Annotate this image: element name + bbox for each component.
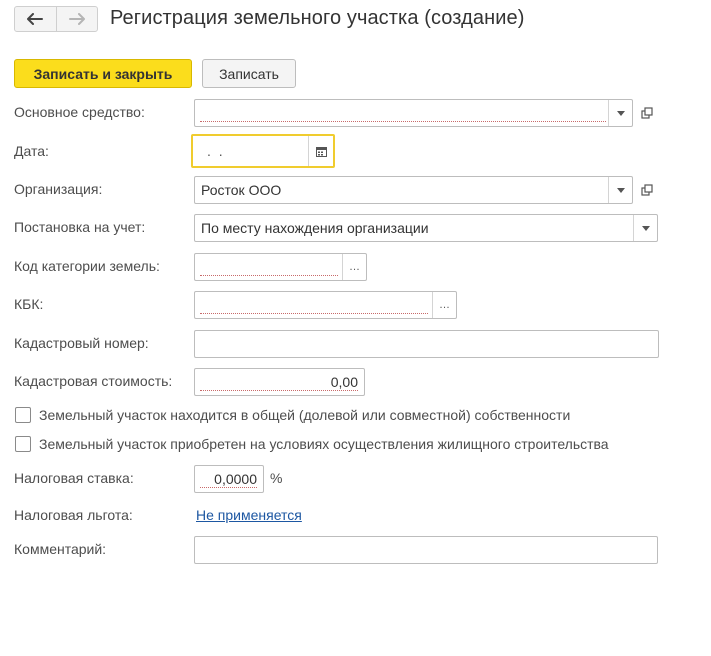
underline [200, 487, 257, 488]
shared-ownership-checkbox[interactable] [15, 407, 31, 423]
organization-value: Росток ООО [201, 182, 282, 198]
tax-rate-label: Налоговая ставка: [14, 470, 134, 486]
land-category-field[interactable]: … [194, 253, 367, 281]
fixed-asset-field[interactable] [194, 99, 633, 127]
back-button[interactable] [15, 7, 56, 31]
navigation-buttons [14, 6, 98, 32]
percent-unit: % [270, 470, 283, 486]
cadastral-value-label: Кадастровая стоимость: [14, 373, 173, 389]
calendar-icon [315, 146, 327, 157]
registration-select[interactable]: По месту нахождения организации [194, 214, 658, 242]
underline [200, 390, 358, 391]
open-in-new-icon [641, 107, 653, 119]
kbk-label: КБК: [14, 296, 44, 312]
tax-benefit-link[interactable]: Не применяется [196, 507, 302, 523]
kbk-field[interactable]: … [194, 291, 457, 319]
save-button[interactable]: Записать [202, 59, 296, 88]
chevron-down-icon [616, 110, 625, 116]
shared-ownership-label[interactable]: Земельный участок находится в общей (дол… [39, 407, 570, 423]
tax-benefit-label: Налоговая льгота: [14, 507, 133, 523]
tax-rate-value: 0,0000 [214, 471, 257, 487]
housing-construction-checkbox[interactable] [15, 436, 31, 452]
dropdown-button[interactable] [633, 215, 657, 241]
chevron-down-icon [641, 225, 650, 231]
date-field[interactable]: . . [191, 134, 335, 168]
land-category-label: Код категории земель: [14, 258, 160, 274]
select-button[interactable]: … [432, 292, 456, 318]
calendar-button[interactable] [308, 136, 333, 166]
fixed-asset-label: Основное средство: [14, 104, 145, 120]
forward-button[interactable] [55, 7, 98, 31]
dropdown-button[interactable] [608, 177, 632, 203]
open-in-new-icon [641, 184, 653, 196]
comment-input[interactable] [194, 536, 658, 564]
open-organization-button[interactable] [636, 176, 658, 204]
open-fixed-asset-button[interactable] [636, 99, 658, 127]
save-and-close-button[interactable]: Записать и закрыть [14, 59, 192, 88]
select-button[interactable]: … [342, 254, 366, 280]
date-value: . . [207, 143, 225, 159]
cadastral-number-input[interactable] [194, 330, 659, 358]
registration-value: По месту нахождения организации [201, 220, 429, 236]
required-underline [200, 275, 338, 276]
cadastral-value-amount: 0,00 [330, 374, 358, 390]
comment-label: Комментарий: [14, 541, 107, 557]
organization-field[interactable]: Росток ООО [194, 176, 633, 204]
cadastral-value-input[interactable]: 0,00 [194, 368, 365, 396]
required-underline [200, 313, 428, 314]
cadastral-number-label: Кадастровый номер: [14, 335, 149, 351]
window-title: Регистрация земельного участка (создание… [110, 7, 525, 29]
chevron-down-icon [616, 187, 625, 193]
required-underline [200, 121, 606, 122]
arrow-right-icon [68, 13, 85, 25]
arrow-left-icon [27, 13, 44, 25]
organization-label: Организация: [14, 181, 103, 197]
dropdown-button[interactable] [608, 100, 632, 126]
date-label: Дата: [14, 143, 49, 159]
registration-label: Постановка на учет: [14, 219, 146, 235]
housing-construction-label[interactable]: Земельный участок приобретен на условиях… [39, 436, 609, 452]
tax-rate-input[interactable]: 0,0000 [194, 465, 264, 493]
